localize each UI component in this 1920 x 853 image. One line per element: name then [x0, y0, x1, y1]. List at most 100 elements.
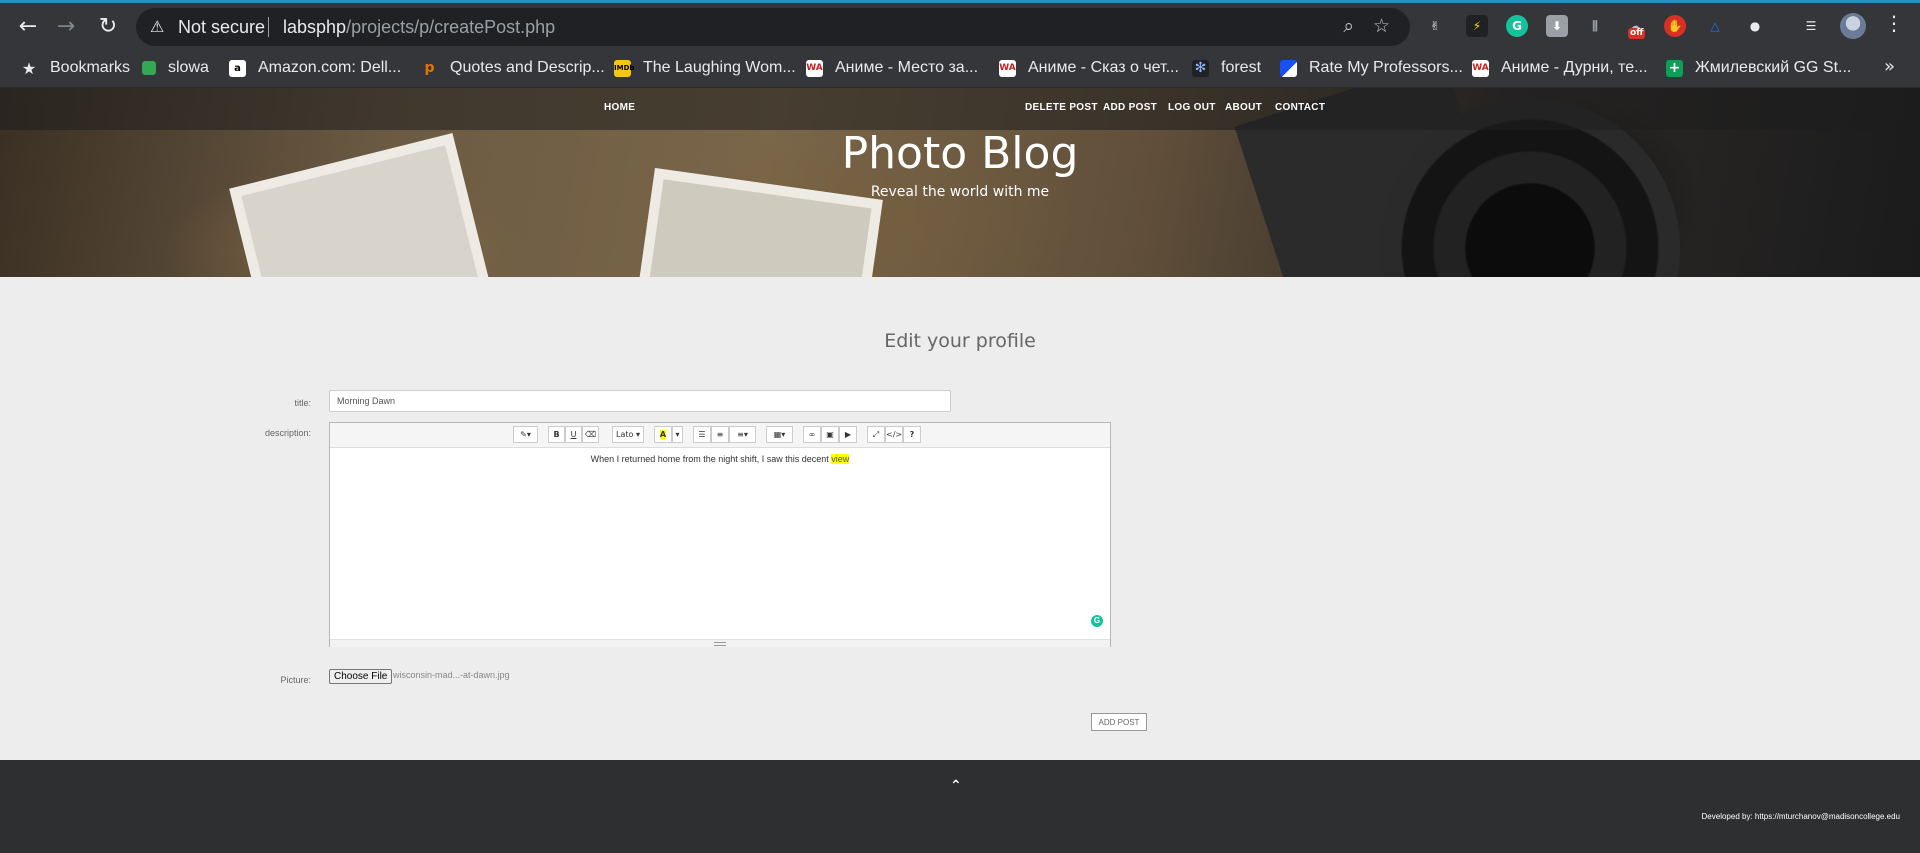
bookmark-item[interactable]: a Amazon.com: Dell... — [229, 48, 401, 88]
nav-delete-post[interactable]: DELETE POST — [1025, 102, 1098, 113]
bookmarks-overflow-icon[interactable]: » — [1884, 56, 1895, 77]
magic-style-icon[interactable]: ✎▾ — [513, 426, 538, 443]
bold-button[interactable]: B — [548, 426, 565, 443]
ordered-list-icon[interactable]: ≡ — [711, 426, 729, 443]
bookmark-label: Аниме - Сказ о чет... — [1028, 59, 1179, 76]
font-family-value: Lato — [616, 430, 634, 439]
page-title: Edit your profile — [884, 330, 1036, 352]
bookmark-item[interactable]: IMDb The Laughing Wom... — [614, 48, 796, 88]
site-navbar: HOME DELETE POST ADD POST LOG OUT ABOUT … — [0, 88, 1920, 130]
address-bar[interactable]: ⚠ Not secure labsphp/projects/p/createPo… — [136, 8, 1410, 46]
hand-extension-icon[interactable]: ✌ — [1424, 15, 1446, 37]
media-controls-icon[interactable]: ☰ — [1800, 15, 1822, 37]
editor-content[interactable]: When I returned home from the night shif… — [330, 454, 1110, 464]
equalizer-extension-icon[interactable]: ⫼ — [1584, 15, 1606, 37]
spheres-extension-icon[interactable]: ● — [1744, 15, 1766, 37]
omnibox-divider — [268, 17, 269, 37]
code-view-button[interactable]: </> — [885, 426, 903, 443]
bookmarks-bar: ★ Bookmarks slowa a Amazon.com: Dell... pQ… — [0, 48, 1920, 88]
image-icon[interactable]: ▣ — [821, 426, 839, 443]
editor-resize-handle[interactable] — [330, 639, 1110, 647]
download-extension-icon[interactable]: ⬇ — [1546, 15, 1568, 37]
bookmark-item[interactable]: ✻ forest — [1192, 48, 1261, 88]
security-label[interactable]: Not secure — [178, 17, 265, 38]
eraser-icon[interactable]: ⌫ — [582, 426, 599, 443]
cloud-extension-icon[interactable]: ☁ off — [1624, 15, 1646, 39]
bookmark-label: Quotes and Descrip... — [450, 59, 605, 76]
picture-label: Picture: — [280, 675, 311, 685]
more-menu-icon[interactable]: ⋮ — [1884, 11, 1904, 35]
highlight-letter: A — [659, 430, 667, 439]
site-title: Photo Blog — [841, 128, 1079, 179]
site-subtitle: Reveal the world with me — [870, 184, 1050, 200]
back-arrow-icon[interactable]: ← — [14, 13, 42, 41]
bookmark-star-icon[interactable]: ☆ — [1373, 15, 1390, 37]
bookmark-item[interactable]: WA Аниме - Сказ о чет... — [999, 48, 1179, 88]
nav-contact[interactable]: CONTACT — [1275, 102, 1325, 113]
zoom-icon[interactable]: ⌕ — [1343, 15, 1354, 37]
nav-home[interactable]: HOME — [604, 102, 635, 113]
grammarly-icon[interactable]: G — [1091, 615, 1103, 627]
cross-icon: + — [1666, 59, 1683, 77]
color-dropdown-icon[interactable]: ▾ — [672, 426, 683, 443]
bookmark-item[interactable]: WA Аниме - Дурни, те... — [1472, 48, 1648, 88]
imdb-icon: IMDb — [614, 59, 634, 77]
scroll-top-icon[interactable]: ⌃ — [950, 778, 962, 794]
rmp-icon — [1280, 59, 1297, 77]
bookmark-label: slowa — [168, 59, 209, 76]
unordered-list-icon[interactable]: ☰ — [693, 426, 711, 443]
profile-avatar[interactable] — [1840, 13, 1866, 39]
description-text: When I returned home from the night shif… — [590, 454, 832, 464]
bookmark-item[interactable]: + Жмилевский GG St... — [1666, 48, 1851, 88]
bolt-extension-icon[interactable]: ⚡ — [1466, 15, 1488, 37]
bookmark-item[interactable]: WA Аниме - Место за... — [806, 48, 978, 88]
reload-icon[interactable]: ↻ — [94, 13, 122, 41]
add-post-button[interactable]: ADD POST — [1091, 713, 1147, 731]
font-family-select[interactable]: Lato ▾ — [612, 426, 644, 443]
bookmark-label: Аниме - Дурни, те... — [1501, 59, 1648, 76]
video-icon[interactable]: ▶ — [839, 426, 857, 443]
browser-toolbar: ← → ↻ ⚠ Not secure labsphp/projects/p/cr… — [0, 0, 1920, 48]
table-icon[interactable]: ▦▾ — [766, 426, 793, 443]
bookmark-label: forest — [1221, 59, 1262, 76]
paragraph-align-icon[interactable]: ≡▾ — [729, 426, 756, 443]
highlighted-word: view — [831, 454, 850, 464]
wa-icon: WA — [806, 59, 823, 77]
quotes-icon: p — [424, 59, 435, 76]
selected-file-name: wisconsin-mad...-at-dawn.jpg — [393, 670, 510, 680]
bookmark-label: Amazon.com: Dell... — [258, 59, 402, 76]
title-input[interactable] — [329, 390, 951, 412]
help-button[interactable]: ? — [903, 426, 921, 443]
amazon-icon: a — [229, 59, 246, 77]
warning-icon[interactable]: ⚠ — [150, 17, 164, 36]
snowflake-icon: ✻ — [1192, 59, 1209, 77]
bookmark-label: Аниме - Место за... — [835, 59, 979, 76]
nav-about[interactable]: ABOUT — [1225, 102, 1262, 113]
url-text[interactable]: labsphp/projects/p/createPost.php — [283, 17, 555, 38]
forward-arrow-icon[interactable]: → — [52, 13, 80, 41]
bookmark-label: Жмилевский GG St... — [1695, 59, 1852, 76]
triangle-extension-icon[interactable]: △ — [1704, 15, 1726, 37]
bookmark-item[interactable]: ★ Bookmarks — [20, 48, 130, 88]
choose-file-button[interactable]: Choose File — [329, 669, 393, 684]
nav-add-post[interactable]: ADD POST — [1103, 102, 1157, 113]
underline-button[interactable]: U — [565, 426, 582, 443]
bookmark-item[interactable]: slowa — [142, 48, 209, 88]
link-icon[interactable]: ∞ — [803, 426, 821, 443]
rich-text-editor: ✎▾ B U ⌫ Lato ▾ A ▾ ☰ ≡ ≡▾ ▦▾ ∞ ▣ ▶ ⤢ </… — [329, 422, 1111, 647]
bookmark-label: The Laughing Wom... — [643, 59, 796, 76]
bookmark-label: Bookmarks — [50, 59, 131, 76]
editor-toolbar: ✎▾ B U ⌫ Lato ▾ A ▾ ☰ ≡ ≡▾ ▦▾ ∞ ▣ ▶ ⤢ </… — [330, 423, 1110, 448]
wa-icon: WA — [1472, 59, 1489, 77]
adblock-hand-icon[interactable]: ✋ — [1664, 15, 1686, 37]
nav-log-out[interactable]: LOG OUT — [1168, 102, 1216, 113]
fullscreen-icon[interactable]: ⤢ — [867, 426, 885, 443]
wa-icon: WA — [999, 59, 1016, 77]
bookmark-item[interactable]: p Quotes and Descrip... — [421, 48, 605, 88]
title-label: title: — [294, 398, 311, 408]
description-label: description: — [264, 428, 311, 438]
bookmark-item[interactable]: Rate My Professors... — [1280, 48, 1463, 88]
grammarly-extension-icon[interactable]: G — [1506, 15, 1528, 37]
highlight-color-button[interactable]: A — [654, 426, 672, 443]
star-icon: ★ — [21, 58, 37, 78]
